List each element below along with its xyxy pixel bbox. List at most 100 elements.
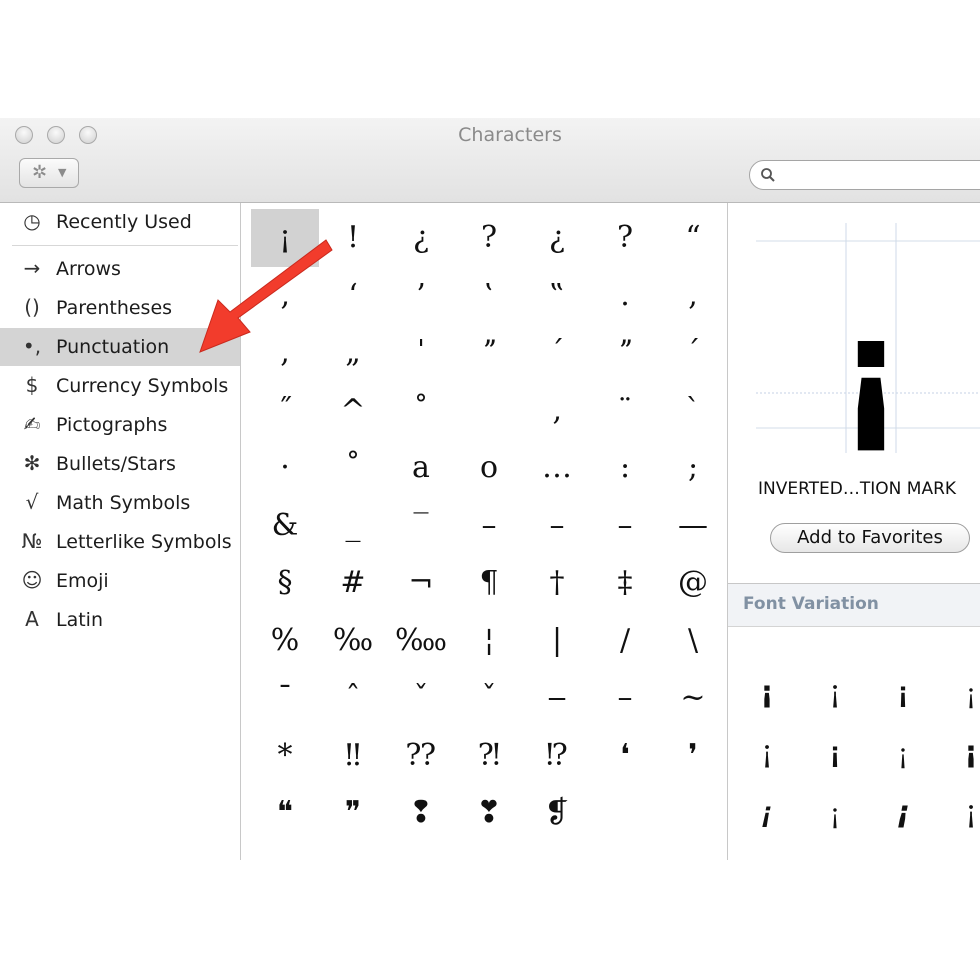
character-cell[interactable]: ‚ <box>523 382 591 440</box>
character-cell[interactable]: ˚ <box>319 439 387 497</box>
character-cell[interactable]: ˇ <box>455 669 523 727</box>
character-cell[interactable]: , <box>251 324 319 382</box>
character-cell[interactable]: ˊ <box>659 324 727 382</box>
sidebar-item-bullets-stars[interactable]: ✻ Bullets/Stars <box>0 445 240 483</box>
character-cell[interactable]: ⁉ <box>523 727 591 785</box>
font-variation-glyph[interactable]: ¡ <box>747 788 787 838</box>
character-cell[interactable]: * <box>251 727 319 785</box>
character-cell[interactable]: / <box>591 612 659 670</box>
font-variation-glyph[interactable]: ¡ <box>815 668 855 718</box>
character-cell[interactable]: ¿ <box>387 209 455 267</box>
font-variation-glyph[interactable]: ¡ <box>951 728 980 778</box>
character-cell[interactable]: _ <box>319 497 387 555</box>
character-cell[interactable]: · <box>251 439 319 497</box>
character-cell[interactable]: ˊ <box>523 324 591 382</box>
character-cell[interactable]: ‼ <box>319 727 387 785</box>
character-cell[interactable]: ⁈ <box>455 727 523 785</box>
character-cell[interactable]: ⁇ <box>387 727 455 785</box>
character-cell[interactable]: ˉ <box>251 669 319 727</box>
sidebar-item-emoji[interactable]: ☺ Emoji <box>0 562 240 600</box>
character-cell[interactable]: a <box>387 439 455 497</box>
character-cell[interactable]: ‰ <box>319 612 387 670</box>
sidebar-item-arrows[interactable]: → Arrows <box>0 250 240 288</box>
font-variation-glyph[interactable]: ¡ <box>883 668 923 718</box>
character-cell[interactable]: – <box>591 669 659 727</box>
character-cell[interactable]: ¨ <box>591 382 659 440</box>
character-cell[interactable]: ˈ <box>387 324 455 382</box>
minimize-window-button[interactable] <box>47 126 65 144</box>
character-cell[interactable]: \ <box>659 612 727 670</box>
character-cell[interactable]: ! <box>319 209 387 267</box>
character-cell[interactable]: ˚ <box>387 382 455 440</box>
close-window-button[interactable] <box>15 126 33 144</box>
character-cell[interactable]: † <box>523 554 591 612</box>
character-cell[interactable]: – <box>591 497 659 555</box>
character-cell[interactable]: ? <box>455 209 523 267</box>
character-cell[interactable]: ‒ <box>523 669 591 727</box>
character-cell[interactable]: ¬ <box>387 554 455 612</box>
character-cell[interactable]: ? <box>591 209 659 267</box>
character-cell[interactable]: — <box>659 497 727 555</box>
font-variation-glyph[interactable]: ¡ <box>951 788 980 838</box>
font-variation-glyph[interactable]: ¡ <box>815 848 855 860</box>
font-variation-glyph[interactable]: ¡ <box>883 728 923 778</box>
character-cell[interactable]: ˋ <box>659 382 727 440</box>
character-cell[interactable]: ˆ <box>319 669 387 727</box>
sidebar-item-pictographs[interactable]: ✍ Pictographs <box>0 406 240 444</box>
character-cell[interactable]: , <box>659 267 727 325</box>
font-variation-glyph[interactable]: ¡ <box>747 728 787 778</box>
character-cell[interactable]: ❡ <box>523 784 591 842</box>
character-cell[interactable]: ‾ <box>387 497 455 555</box>
character-cell[interactable]: ¿ <box>523 209 591 267</box>
character-cell[interactable]: ˮ <box>591 324 659 382</box>
character-cell[interactable]: % <box>251 612 319 670</box>
font-variation-glyph[interactable]: ¡ <box>747 848 787 860</box>
font-variation-glyph[interactable]: ¡ <box>951 848 980 860</box>
character-cell[interactable]: ’ <box>387 267 455 325</box>
character-cell[interactable]: ¶ <box>455 554 523 612</box>
character-cell[interactable]: ❣ <box>455 784 523 842</box>
character-cell[interactable]: & <box>251 497 319 555</box>
character-cell[interactable]: . <box>591 267 659 325</box>
character-cell[interactable]: ‛ <box>455 267 523 325</box>
character-cell[interactable]: # <box>319 554 387 612</box>
font-variation-glyph[interactable]: ¡ <box>951 668 980 718</box>
character-cell[interactable]: ‚ <box>251 267 319 325</box>
character-cell[interactable]: ~ <box>659 669 727 727</box>
character-cell[interactable]: @ <box>659 554 727 612</box>
character-cell[interactable]: ‘ <box>319 267 387 325</box>
character-cell[interactable]: ‡ <box>591 554 659 612</box>
character-cell[interactable]: ˝ <box>251 382 319 440</box>
font-variation-glyph[interactable]: ¡ <box>815 788 855 838</box>
sidebar-item-punctuation[interactable]: •, Punctuation <box>0 328 240 366</box>
character-cell[interactable]: | <box>523 612 591 670</box>
font-variation-glyph[interactable]: ¡ <box>883 788 923 838</box>
font-variation-glyph[interactable]: ¡ <box>747 668 787 718</box>
character-cell[interactable]: – <box>455 497 523 555</box>
character-cell[interactable]: ❛ <box>591 727 659 785</box>
font-variation-glyph[interactable]: ¡ <box>815 728 855 778</box>
sidebar-item-math-symbols[interactable]: √ Math Symbols <box>0 484 240 522</box>
search-field[interactable] <box>749 160 980 190</box>
character-cell[interactable]: ¦ <box>455 612 523 670</box>
character-cell[interactable]: ; <box>659 439 727 497</box>
character-cell[interactable]: – <box>523 497 591 555</box>
sidebar-item-parentheses[interactable]: () Parentheses <box>0 289 240 327</box>
sidebar-item-recently-used[interactable]: ◷ Recently Used <box>0 203 240 241</box>
character-cell[interactable]: § <box>251 554 319 612</box>
character-cell[interactable]: ❝ <box>251 784 319 842</box>
character-cell[interactable]: “ <box>659 209 727 267</box>
character-cell[interactable]: ‟ <box>523 267 591 325</box>
character-cell[interactable]: „ <box>319 324 387 382</box>
sidebar-item-latin[interactable]: A Latin <box>0 601 240 639</box>
character-cell[interactable]: ❞ <box>319 784 387 842</box>
add-to-favorites-button[interactable]: Add to Favorites <box>770 523 970 553</box>
sidebar-item-letterlike-symbols[interactable]: № Letterlike Symbols <box>0 523 240 561</box>
character-cell[interactable]: ❢ <box>387 784 455 842</box>
character-cell[interactable]: ❜ <box>659 727 727 785</box>
sidebar-item-currency-symbols[interactable]: $ Currency Symbols <box>0 367 240 405</box>
character-cell[interactable]: ‱ <box>387 612 455 670</box>
character-cell[interactable]: ¡ <box>251 209 319 267</box>
character-cell[interactable]: o <box>455 439 523 497</box>
zoom-window-button[interactable] <box>79 126 97 144</box>
